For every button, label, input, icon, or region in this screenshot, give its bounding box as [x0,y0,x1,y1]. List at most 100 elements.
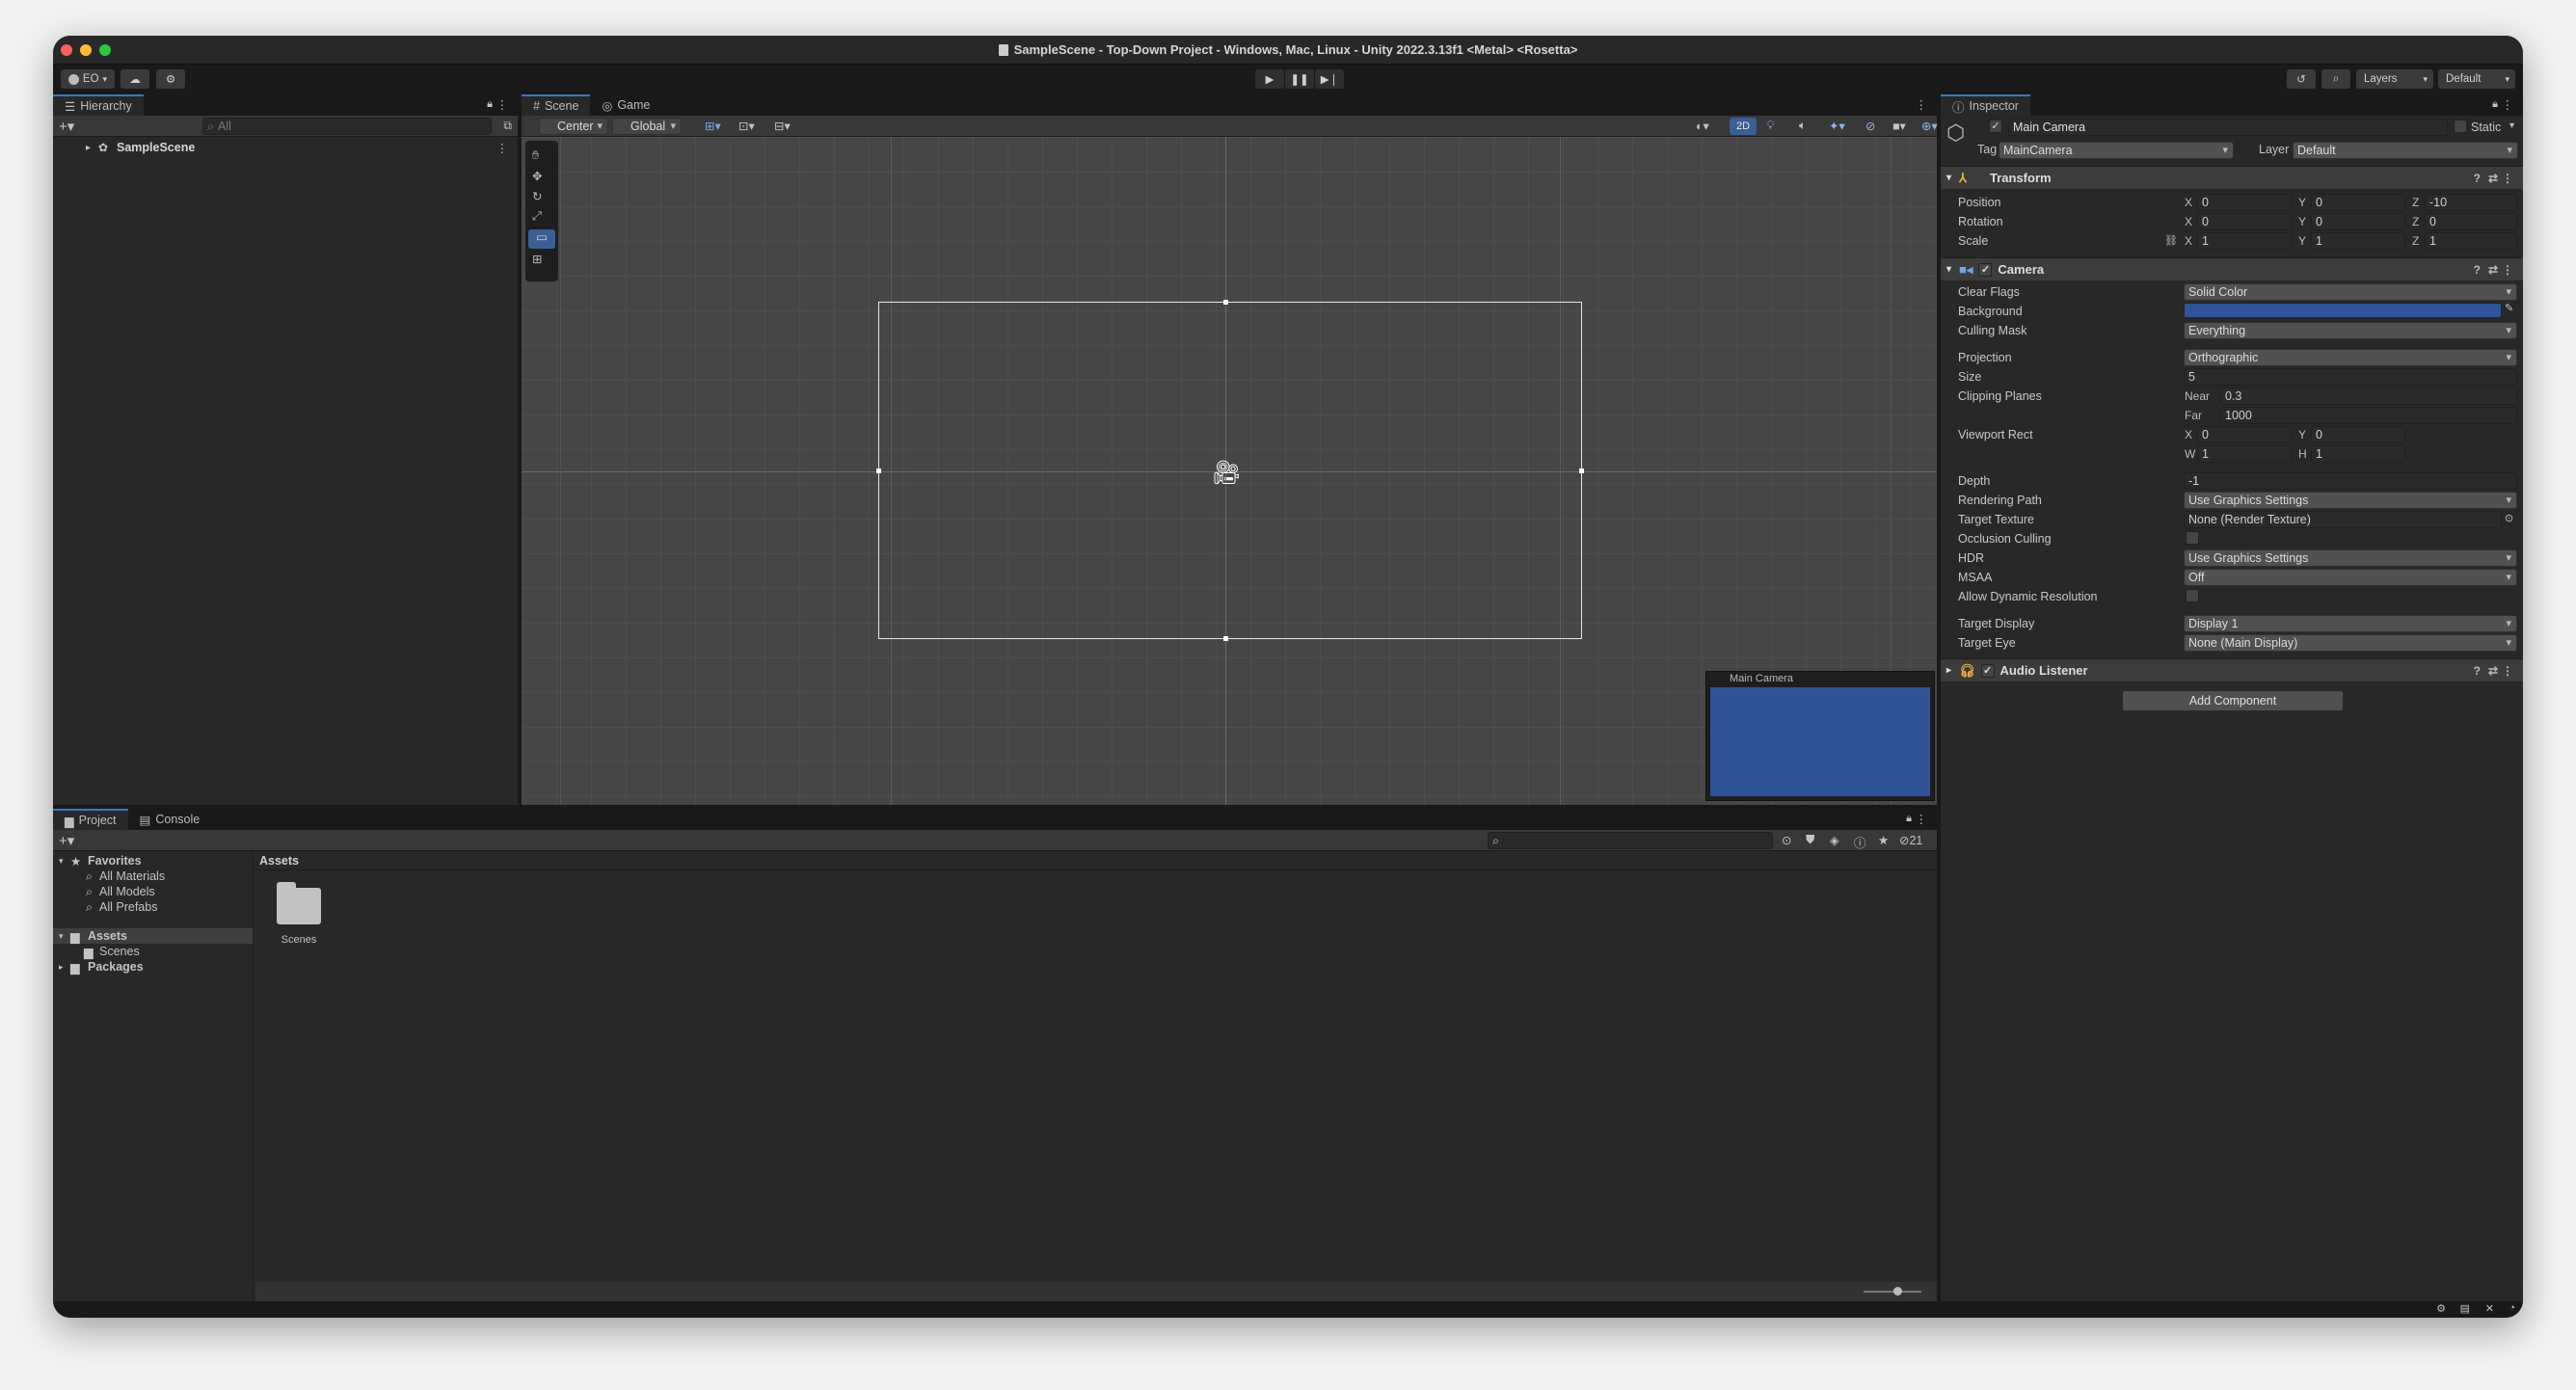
info-filter-icon[interactable]: ⓘ [1854,833,1866,851]
favorites-all-models[interactable]: ⌕ All Models [53,884,253,899]
audio-icon[interactable]: 🔈︎ [1799,119,1807,133]
search-by-type-icon[interactable]: ⊙ [1782,833,1791,847]
rotate-tool-icon[interactable]: ↻ [532,189,542,203]
more-menu-icon[interactable]: ⋮ [1916,97,1928,112]
fold-arrow-icon[interactable]: ▾ [1946,264,1951,275]
preset-icon[interactable]: ⇄ [2488,172,2498,185]
tag-dropdown[interactable]: MainCamera [1999,142,2234,159]
cloud-button[interactable]: ☁ [121,69,149,89]
transform-x-input[interactable]: 1 [2197,232,2292,250]
favorites-all-materials[interactable]: ⌕ All Materials [53,869,253,884]
add-icon[interactable]: +▾ [59,832,74,849]
scene-viewport[interactable]: 🎥︎ ✋︎ ✥ ↻ ⤢ ▭ ⊞ Main Camera [522,137,1937,805]
transform-y-input[interactable]: 0 [2311,194,2405,211]
step-button[interactable]: ▶❘ [1315,69,1344,89]
scenes-folder-tile[interactable]: Scenes [265,880,333,957]
viewport-w-input[interactable]: 1 [2197,445,2292,463]
assets-tree-item[interactable]: ▾ ▆ Assets [53,928,253,944]
zoom-slider-thumb[interactable] [1893,1287,1902,1296]
target-display-dropdown[interactable]: Display 1 [2184,615,2517,632]
more-menu-icon[interactable]: ⋮ [496,97,509,112]
eyedropper-icon[interactable]: ✎ [2505,302,2513,314]
active-checkbox[interactable]: ✓ [1989,120,2002,133]
camera-gizmo-icon[interactable]: 🎥︎ [1212,459,1241,487]
transform-z-input[interactable]: -10 [2425,194,2517,211]
transform-component-header[interactable]: ▾ ⅄ Transform ? ⇄ ⋮ [1941,166,2523,189]
scenes-tree-item[interactable]: ▆ Scenes [53,944,253,959]
fold-arrow-icon[interactable]: ▾ [59,931,64,942]
snap-increment-icon[interactable]: ⊡▾ [738,119,755,133]
progress-icon[interactable]: ◔ [2509,1302,2515,1314]
rect-handle-left[interactable] [876,468,881,473]
tab-scene[interactable]: # Scene [522,94,591,116]
help-icon[interactable]: ? [2474,263,2481,277]
favorite-star-icon[interactable]: ★ [1878,833,1889,847]
dynamic-resolution-checkbox[interactable] [2186,589,2199,602]
cache-icon[interactable]: ▤ [2460,1302,2470,1315]
scale-tool-icon[interactable]: ⤢ [532,209,542,224]
transform-y-input[interactable]: 0 [2311,213,2405,230]
add-component-button[interactable]: Add Component [2122,690,2344,711]
layout-dropdown[interactable]: Default ▾ [2438,69,2515,89]
size-input[interactable]: 5 [2184,368,2517,386]
draw-mode-icon[interactable]: ◐▾ [1696,119,1709,133]
viewport-h-input[interactable]: 1 [2311,445,2405,463]
expand-arrow-icon[interactable]: ▸ [86,143,91,153]
scene-list-item[interactable]: ▸ ✿ SampleScene ⋮ [53,139,518,156]
more-menu-icon[interactable]: ⋮ [1916,812,1928,826]
static-checkbox[interactable] [2454,120,2467,133]
scene-visibility-icon[interactable]: ⧉ [503,119,512,133]
minimize-window-button[interactable] [80,44,92,56]
rect-handle-right[interactable] [1579,468,1584,473]
search-by-label-icon[interactable]: ⛊ [1806,833,1814,847]
tab-game[interactable]: ◎ Game [590,94,661,116]
background-color-field[interactable] [2184,303,2502,318]
breadcrumb[interactable]: Assets [255,851,1937,870]
play-button[interactable]: ▶ [1255,69,1284,89]
tab-console[interactable]: ▤ Console [128,809,212,830]
far-input[interactable]: 1000 [2220,407,2517,424]
gizmos-icon[interactable]: ⊕▾ [1921,119,1938,133]
more-menu-icon[interactable]: ⋮ [2502,172,2513,185]
transform-tool-icon[interactable]: ⊞ [532,252,542,266]
fold-arrow-icon[interactable]: ▸ [1946,665,1951,676]
lock-icon[interactable]: 🔒︎ [2492,98,2498,111]
tab-inspector[interactable]: ⓘ Inspector [1941,94,2030,116]
packages-tree-item[interactable]: ▸ ▆ Packages [53,959,253,975]
hierarchy-search-input[interactable]: ⌕ All [202,118,492,135]
fold-arrow-icon[interactable]: ▾ [1946,173,1951,183]
occlusion-culling-checkbox[interactable] [2186,531,2199,545]
camera-enabled-checkbox[interactable]: ✓ [1978,262,1993,277]
viewport-x-input[interactable]: 0 [2197,426,2292,443]
help-icon[interactable]: ? [2474,172,2481,185]
account-dropdown[interactable]: EO ▾ [61,69,115,89]
depth-input[interactable]: -1 [2184,472,2517,490]
help-icon[interactable]: ? [2474,664,2481,678]
more-menu-icon[interactable]: ⋮ [2502,664,2513,678]
audio-listener-component-header[interactable]: ▸ 🎧︎ ✓ Audio Listener ? ⇄ ⋮ [1941,658,2523,682]
pivot-dropdown[interactable]: Center [539,118,608,135]
msaa-dropdown[interactable]: Off [2184,569,2517,586]
zoom-window-button[interactable] [99,44,111,56]
camera-component-header[interactable]: ▾ ■◂ ✓ Camera ? ⇄ ⋮ [1941,257,2523,281]
preset-icon[interactable]: ⇄ [2488,664,2498,678]
rect-handle-bottom[interactable] [1223,636,1228,641]
lock-icon[interactable]: 🔒︎ [1906,813,1912,825]
collab-button[interactable]: ⚙ [156,69,185,89]
hidden-objects-icon[interactable]: ⊘ [1865,119,1875,133]
rect-handle-top[interactable] [1223,300,1228,305]
fold-arrow-icon[interactable]: ▾ [59,856,64,867]
transform-x-input[interactable]: 0 [2197,194,2292,211]
more-menu-icon[interactable]: ⋮ [496,141,509,155]
debug-icon[interactable]: ⚙ [2436,1302,2446,1315]
object-picker-icon[interactable]: ⊙ [2505,512,2513,524]
network-icon[interactable]: ✕ [2485,1302,2494,1315]
project-search-input[interactable]: ⌕ [1488,832,1773,849]
transform-z-input[interactable]: 0 [2425,213,2517,230]
projection-dropdown[interactable]: Orthographic [2184,349,2517,366]
culling-mask-dropdown[interactable]: Everything [2184,322,2517,339]
tag-icon[interactable]: ◈ [1830,833,1839,847]
lock-icon[interactable]: 🔒︎ [487,98,493,111]
move-tool-icon[interactable]: ✥ [532,169,542,183]
near-input[interactable]: 0.3 [2220,388,2517,405]
